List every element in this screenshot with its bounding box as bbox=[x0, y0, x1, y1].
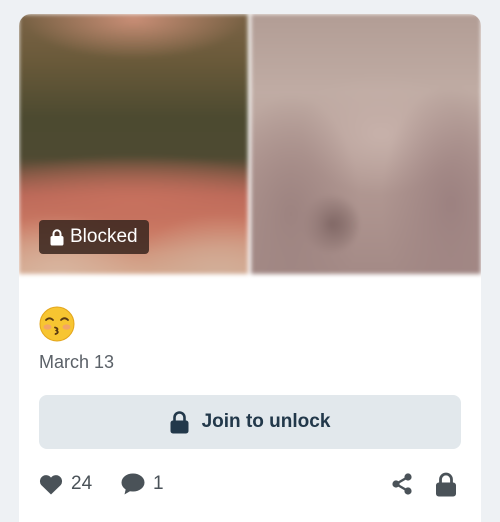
speech-bubble-icon bbox=[121, 473, 145, 495]
like-count: 24 bbox=[71, 473, 93, 494]
comment-button[interactable]: 1 bbox=[121, 469, 164, 499]
post-card: Blocked March 13 Join to unlock 24 1 bbox=[19, 14, 481, 522]
share-icon bbox=[392, 473, 412, 495]
like-button[interactable]: 24 bbox=[39, 469, 92, 499]
post-date: March 13 bbox=[39, 352, 115, 372]
join-label: Join to unlock bbox=[201, 411, 331, 432]
share-button[interactable] bbox=[391, 469, 413, 499]
lock-icon bbox=[50, 228, 64, 245]
lock-button[interactable] bbox=[435, 469, 457, 499]
blocked-badge: Blocked bbox=[39, 220, 149, 254]
join-to-unlock-button[interactable]: Join to unlock bbox=[39, 395, 461, 449]
blurred-media-right[interactable] bbox=[251, 14, 481, 274]
lock-icon bbox=[170, 410, 189, 433]
heart-icon bbox=[39, 474, 63, 494]
lock-icon bbox=[436, 472, 456, 496]
comment-count: 1 bbox=[153, 473, 164, 494]
post-actions: 24 1 bbox=[39, 469, 461, 499]
kissing-face-emoji bbox=[39, 306, 75, 342]
blocked-label: Blocked bbox=[70, 226, 138, 247]
